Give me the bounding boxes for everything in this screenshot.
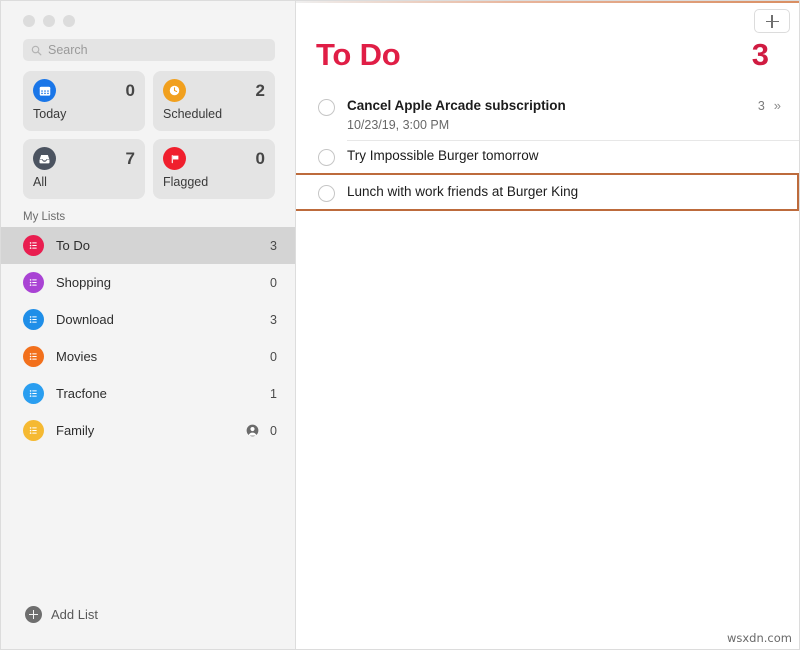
add-reminder-button[interactable] (754, 9, 790, 33)
tile-all-label: All (33, 175, 135, 189)
list-icon (23, 272, 44, 293)
tile-today[interactable]: 0 Today (23, 71, 145, 131)
tile-today-top: 0 (33, 79, 135, 102)
reminder-body: Try Impossible Burger tomorrow (347, 148, 799, 165)
sidebar-item-count: 0 (270, 350, 277, 364)
tile-all-count: 7 (126, 150, 135, 167)
sidebar-item-shopping[interactable]: Shopping 0 (1, 264, 295, 301)
sidebar-item-label: Tracfone (56, 386, 260, 401)
reminder-checkbox[interactable] (318, 149, 335, 166)
list-total-count: 3 (752, 39, 769, 70)
tile-flagged-top: 0 (163, 147, 265, 170)
close-button[interactable] (23, 15, 35, 27)
reminder-title: Lunch with work friends at Burger King (347, 184, 785, 201)
search-placeholder: Search (48, 44, 88, 57)
reminder-list: Cancel Apple Arcade subscription 10/23/1… (296, 89, 799, 211)
sidebar-item-count: 3 (270, 313, 277, 327)
page-title: To Do (316, 39, 401, 70)
list-icon (23, 383, 44, 404)
sidebar-item-count: 0 (270, 276, 277, 290)
tile-scheduled-label: Scheduled (163, 107, 265, 121)
plus-icon (25, 606, 42, 623)
sidebar-item-to-do[interactable]: To Do 3 (1, 227, 295, 264)
flag-icon (163, 147, 186, 170)
sidebar-item-tracfone[interactable]: Tracfone 1 (1, 375, 295, 412)
zoom-button[interactable] (63, 15, 75, 27)
list-icon (23, 420, 44, 441)
reminder-date: 10/23/19, 3:00 PM (347, 118, 744, 132)
list-icon (23, 346, 44, 367)
sidebar-item-count: 3 (270, 239, 277, 253)
sidebar-item-movies[interactable]: Movies 0 (1, 338, 295, 375)
reminder-title: Try Impossible Burger tomorrow (347, 148, 785, 165)
sidebar: Search (1, 1, 296, 649)
list-icon (23, 309, 44, 330)
reminder-priority: 3 (758, 99, 765, 113)
reminder-body: Cancel Apple Arcade subscription 10/23/1… (347, 98, 758, 132)
tile-scheduled-top: 2 (163, 79, 265, 102)
tile-today-label: Today (33, 107, 135, 121)
list-icon (23, 235, 44, 256)
sidebar-item-count: 0 (270, 424, 277, 438)
tile-scheduled-count: 2 (256, 82, 265, 99)
sidebar-item-label: To Do (56, 238, 260, 253)
main-panel: To Do 3 Cancel Apple Arcade subscription… (296, 1, 799, 649)
add-list-button[interactable]: Add List (1, 597, 295, 649)
panel-top-accent (296, 1, 799, 3)
tile-all[interactable]: 7 All (23, 139, 145, 199)
shared-person-icon (245, 423, 260, 438)
sidebar-item-label: Family (56, 423, 237, 438)
tile-flagged-count: 0 (256, 150, 265, 167)
window-controls (1, 1, 295, 27)
search-container: Search (1, 27, 295, 61)
inbox-icon (33, 147, 56, 170)
tile-flagged-label: Flagged (163, 175, 265, 189)
table-row[interactable]: Cancel Apple Arcade subscription 10/23/1… (316, 89, 799, 139)
reminder-title: Cancel Apple Arcade subscription (347, 98, 744, 115)
add-list-label: Add List (51, 607, 98, 622)
sidebar-item-family[interactable]: Family 0 (1, 412, 295, 449)
tile-scheduled[interactable]: 2 Scheduled (153, 71, 275, 131)
clock-icon (163, 79, 186, 102)
table-row[interactable]: Lunch with work friends at Burger King (296, 173, 799, 211)
reminder-meta: 3 » (758, 98, 799, 113)
tile-today-count: 0 (126, 82, 135, 99)
list-collection: To Do 3 Shopping 0 (1, 227, 295, 597)
reminders-window: Search (0, 0, 800, 650)
search-icon (31, 45, 42, 56)
sidebar-item-label: Movies (56, 349, 260, 364)
tile-all-top: 7 (33, 147, 135, 170)
table-row[interactable]: Try Impossible Burger tomorrow (316, 139, 799, 173)
plus-icon (766, 15, 779, 28)
sidebar-item-label: Download (56, 312, 260, 327)
reminder-detail-chevron[interactable]: » (774, 98, 781, 113)
tile-flagged[interactable]: 0 Flagged (153, 139, 275, 199)
reminder-checkbox[interactable] (318, 185, 335, 202)
reminder-body: Lunch with work friends at Burger King (347, 184, 799, 201)
sidebar-item-download[interactable]: Download 3 (1, 301, 295, 338)
sidebar-item-label: Shopping (56, 275, 260, 290)
minimize-button[interactable] (43, 15, 55, 27)
list-header: To Do 3 (296, 1, 799, 70)
mylists-header: My Lists (1, 199, 295, 227)
reminder-checkbox[interactable] (318, 99, 335, 116)
sidebar-item-count: 1 (270, 387, 277, 401)
search-field[interactable]: Search (23, 39, 275, 61)
calendar-icon (33, 79, 56, 102)
app-root: Search (0, 0, 800, 650)
smart-list-tiles: 0 Today 2 (1, 61, 295, 199)
watermark: wsxdn.com (727, 631, 792, 645)
